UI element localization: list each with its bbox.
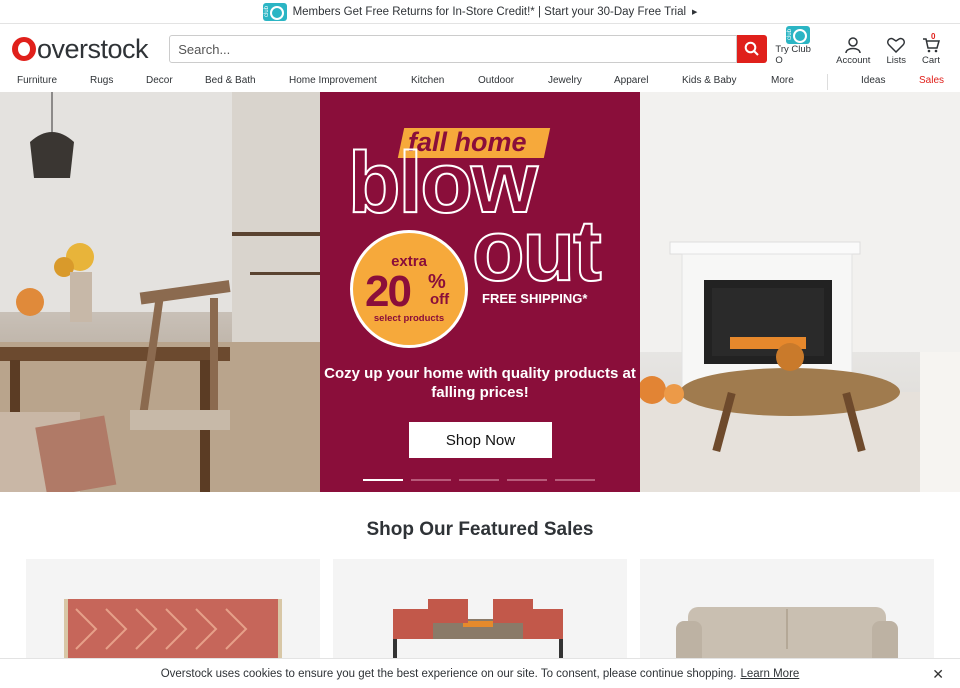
free-shipping-text: FREE SHIPPING* <box>482 291 588 306</box>
dining-room-image <box>0 92 320 492</box>
nav-jewelry[interactable]: Jewelry <box>548 75 582 86</box>
nav-sales[interactable]: Sales <box>919 75 944 86</box>
nav-bed-bath[interactable]: Bed & Bath <box>205 75 256 86</box>
chevron-right-icon: ▶ <box>692 8 698 16</box>
search-box <box>169 35 737 63</box>
lists-button[interactable]: Lists <box>878 32 914 66</box>
try-club-o-button[interactable]: club Try Club O <box>767 26 828 66</box>
site-header: overstock club Try Club O Account Lists … <box>0 24 960 74</box>
search-icon <box>744 41 759 56</box>
featured-sales-title: Shop Our Featured Sales <box>366 519 594 540</box>
carousel-dot[interactable] <box>507 479 547 481</box>
header-actions: club Try Club O Account Lists 0 Cart <box>767 26 948 66</box>
nav-decor[interactable]: Decor <box>146 75 173 86</box>
featured-card-rug[interactable] <box>26 559 320 669</box>
nav-ideas[interactable]: Ideas <box>861 75 885 86</box>
nav-outdoor[interactable]: Outdoor <box>478 75 514 86</box>
club-o-icon: club <box>785 26 810 44</box>
category-nav: Furniture Rugs Decor Bed & Bath Home Imp… <box>0 74 960 92</box>
carousel-dots <box>363 479 595 481</box>
promo-text[interactable]: Members Get Free Returns for In-Store Cr… <box>293 6 686 18</box>
cookie-text: Overstock uses cookies to ensure you get… <box>160 667 737 680</box>
nav-apparel[interactable]: Apparel <box>614 75 648 86</box>
search-input[interactable] <box>178 41 736 57</box>
patio-set-image <box>393 599 563 669</box>
carousel-dot[interactable] <box>555 479 595 481</box>
discount-badge: extra 20 % off select products <box>350 230 468 348</box>
logo-mark <box>12 37 36 61</box>
living-room-image <box>640 92 960 492</box>
nav-furniture[interactable]: Furniture <box>17 75 57 86</box>
close-icon[interactable]: ✕ <box>932 666 944 683</box>
out-heading: out <box>471 203 603 299</box>
featured-card-sofa[interactable] <box>640 559 934 669</box>
search-button[interactable] <box>736 35 768 63</box>
carousel-dot[interactable] <box>411 479 451 481</box>
nav-more[interactable]: More <box>771 75 794 86</box>
learn-more-link[interactable]: Learn More <box>740 668 799 680</box>
nav-kids-baby[interactable]: Kids & Baby <box>682 75 736 86</box>
nav-divider <box>827 74 828 90</box>
nav-home-improvement[interactable]: Home Improvement <box>289 75 377 86</box>
featured-card-patio[interactable] <box>333 559 627 669</box>
heart-icon <box>887 37 906 53</box>
hero-banner[interactable]: fall home blow out extra 20 % off select… <box>0 92 960 492</box>
cart-count: 0 <box>931 32 936 41</box>
overstock-logo[interactable]: overstock <box>12 34 169 64</box>
cart-button[interactable]: 0 Cart <box>914 32 948 66</box>
promo-panel: fall home blow out extra 20 % off select… <box>320 92 640 492</box>
club-o-icon: club <box>262 2 287 21</box>
nav-rugs[interactable]: Rugs <box>90 75 113 86</box>
carousel-dot[interactable] <box>459 479 499 481</box>
cookie-banner: Overstock uses cookies to ensure you get… <box>0 658 960 688</box>
hero-subtitle: Cozy up your home with quality products … <box>324 365 636 401</box>
carousel-dot[interactable] <box>363 479 403 481</box>
nav-kitchen[interactable]: Kitchen <box>411 75 444 86</box>
shop-now-button[interactable]: Shop Now <box>409 422 552 458</box>
rug-image <box>64 599 282 669</box>
account-button[interactable]: Account <box>828 32 878 66</box>
user-icon <box>845 37 862 54</box>
sofa-image <box>676 607 898 669</box>
promo-bar[interactable]: club Members Get Free Returns for In-Sto… <box>0 0 960 24</box>
